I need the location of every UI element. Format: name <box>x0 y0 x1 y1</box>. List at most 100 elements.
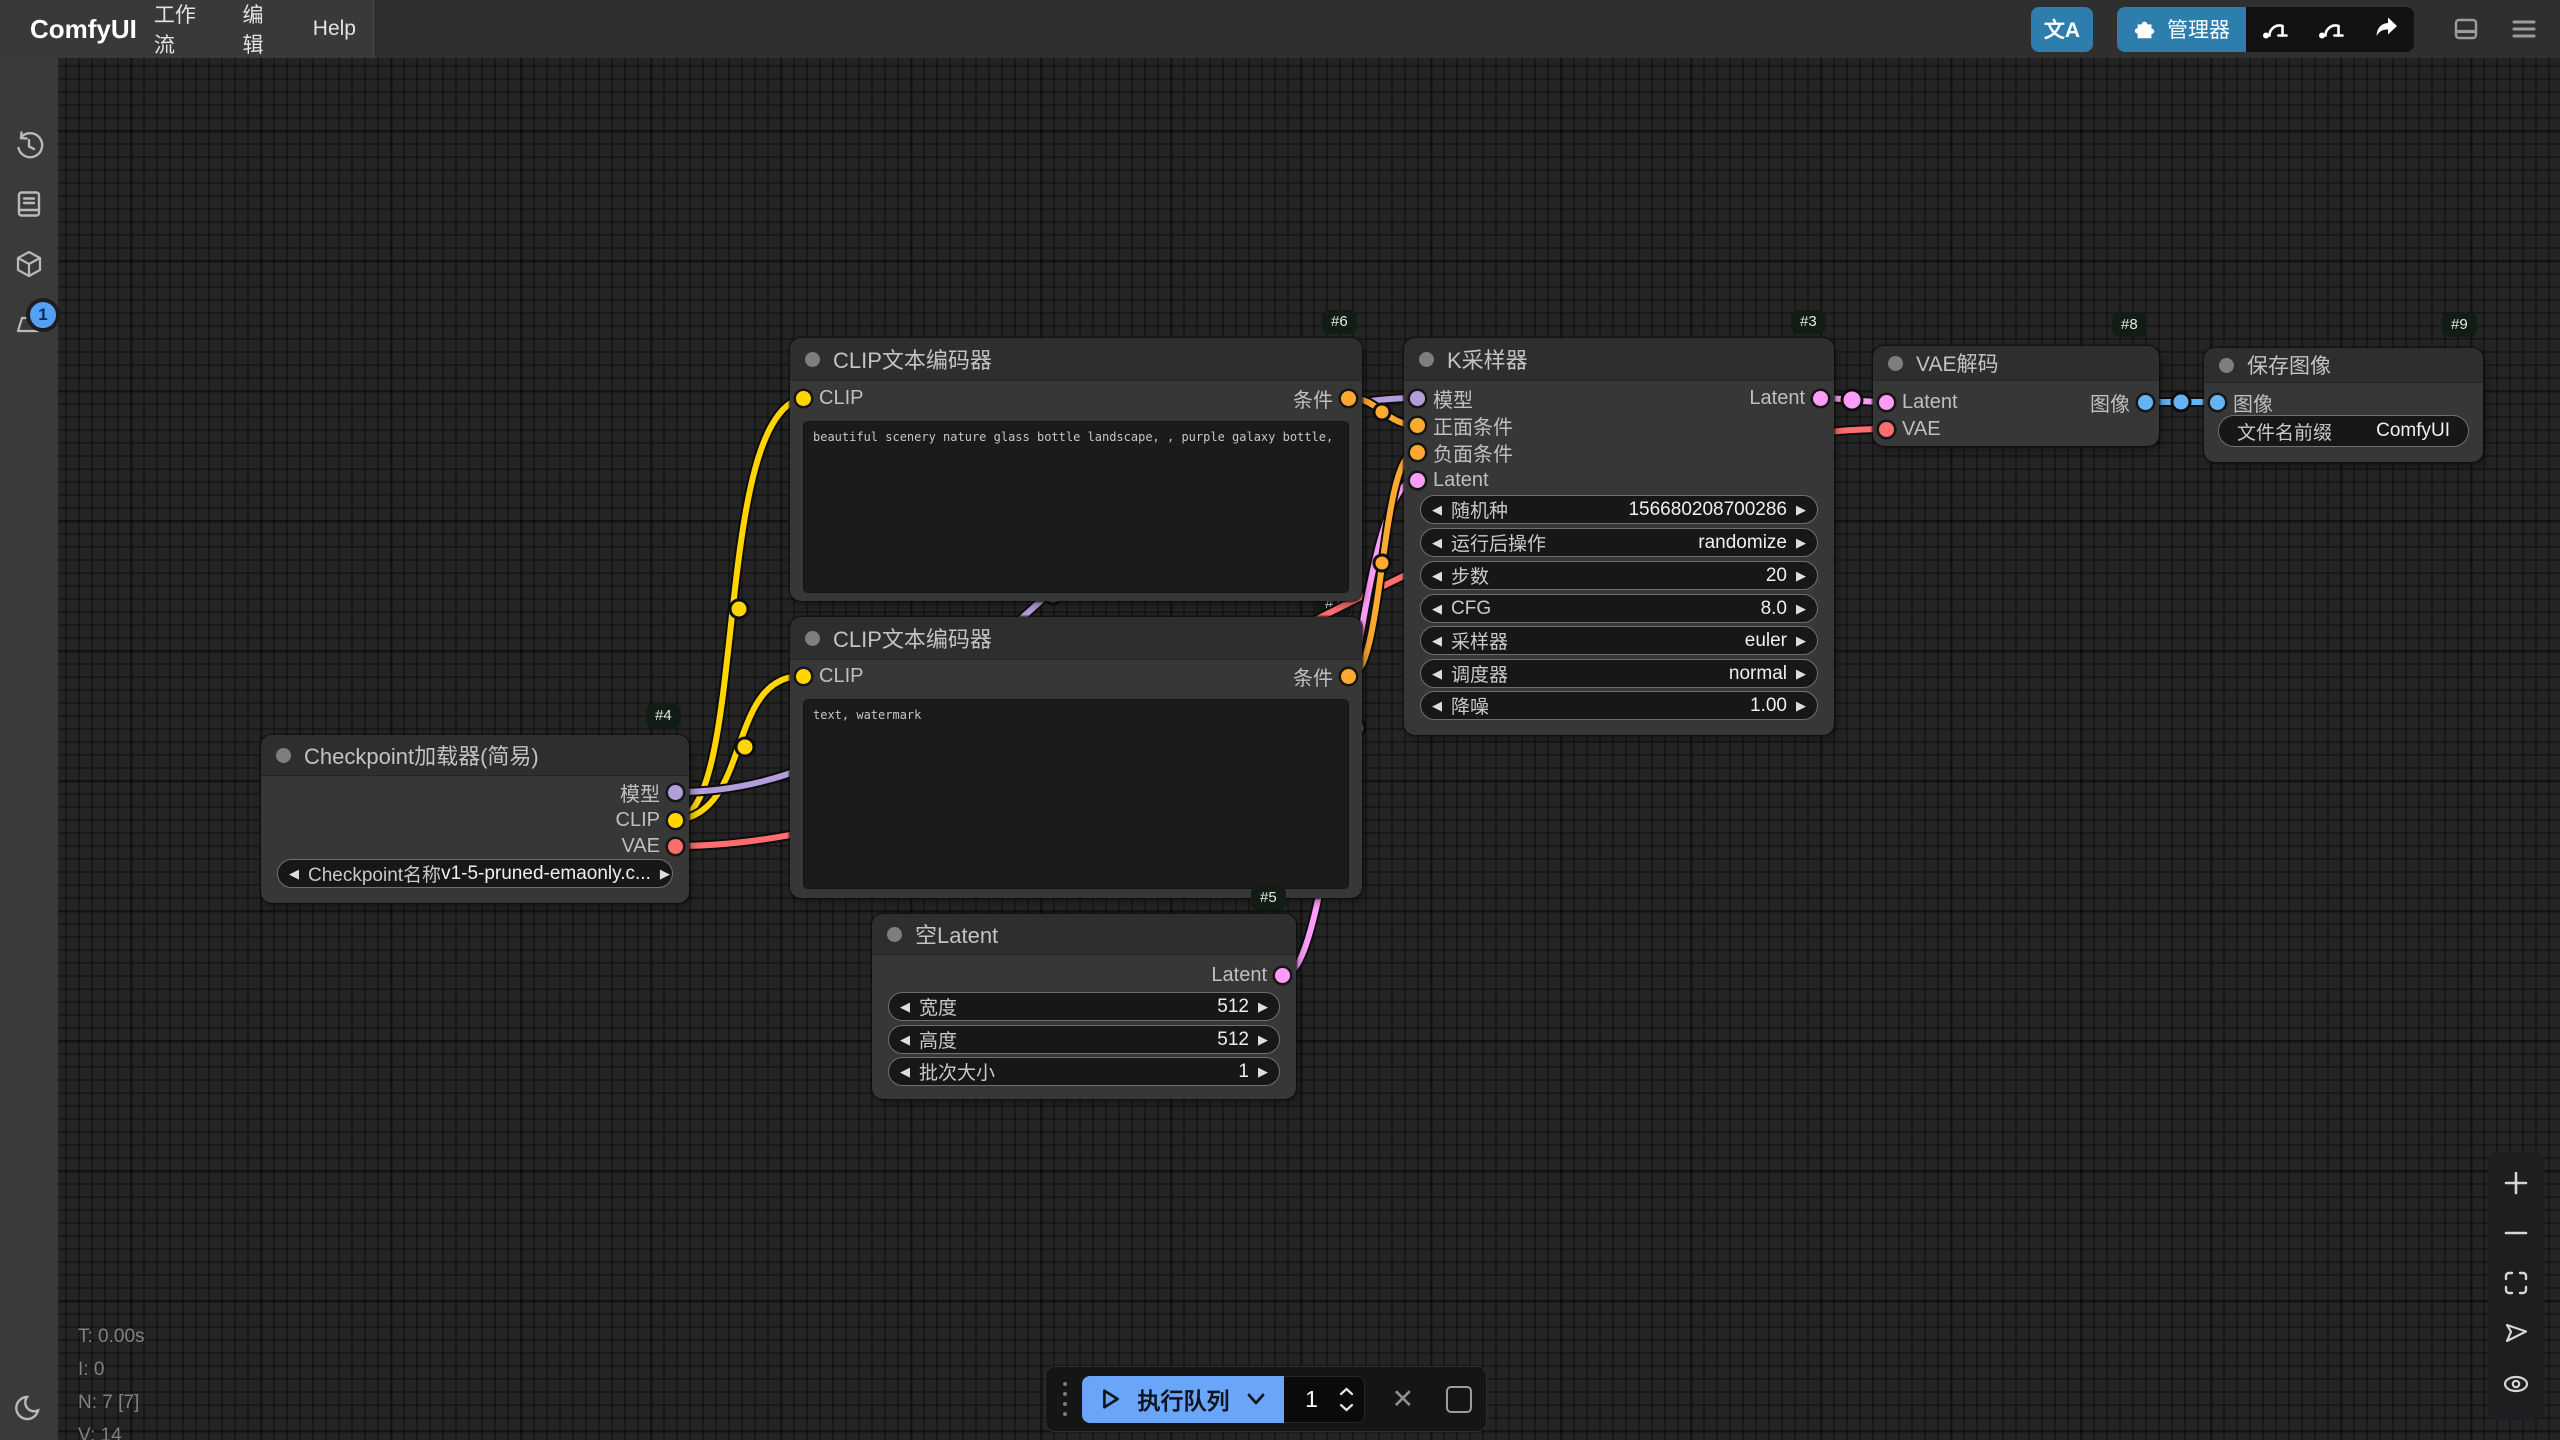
widget-denoise[interactable]: ◀ 降噪 1.00 ▶ <box>1420 691 1818 720</box>
node-vae-decode[interactable]: VAE解码 Latent 图像 VAE <box>1873 346 2159 446</box>
widget-seed[interactable]: ◀ 随机种 156680208700286 ▶ <box>1420 495 1818 524</box>
widget-ckpt-name[interactable]: ◀ Checkpoint名称 v1-5-pruned-emaonly.c... … <box>277 859 673 888</box>
widget-height[interactable]: ◀ 高度 512 ▶ <box>888 1025 1280 1054</box>
decrement-icon[interactable]: ◀ <box>1432 602 1442 615</box>
increment-icon[interactable]: ▶ <box>1258 1033 1268 1046</box>
select-mode-button[interactable] <box>2502 1319 2530 1352</box>
decrement-icon[interactable]: ◀ <box>1432 667 1442 680</box>
widget-steps[interactable]: ◀ 步数 20 ▶ <box>1420 561 1818 590</box>
decrement-icon[interactable]: ◀ <box>900 1065 910 1078</box>
output-slot-latent[interactable] <box>1813 391 1828 406</box>
increment-icon[interactable]: ▶ <box>660 867 670 880</box>
widget-value[interactable]: ComfyUI <box>2376 420 2450 442</box>
node-clip-text-encode-positive[interactable]: CLIP文本编码器 CLIP 条件 beautiful scenery natu… <box>790 338 1362 601</box>
input-slot-image[interactable] <box>2210 395 2225 410</box>
decrement-icon[interactable]: ◀ <box>900 1000 910 1013</box>
increment-icon[interactable]: ▶ <box>1796 602 1806 615</box>
decrement-icon[interactable]: ◀ <box>1432 634 1442 647</box>
widget-value[interactable]: 512 <box>1217 1029 1249 1051</box>
node-save-image[interactable]: 保存图像 图像 文件名前缀 ComfyUI <box>2204 348 2483 462</box>
input-slot-clip[interactable] <box>796 669 811 684</box>
node-checkpoint-loader[interactable]: Checkpoint加载器(简易) 模型 CLIP VAE ◀ Checkpoi… <box>261 735 689 903</box>
collapse-dot[interactable] <box>887 927 902 942</box>
widget-value[interactable]: randomize <box>1698 532 1787 554</box>
menu-workflow[interactable]: 工作流 <box>137 0 226 59</box>
drag-handle[interactable] <box>1060 1382 1070 1416</box>
collapse-dot[interactable] <box>805 352 820 367</box>
share-button[interactable] <box>2358 7 2414 52</box>
output-slot-vae[interactable] <box>668 839 683 854</box>
widget-value[interactable]: normal <box>1729 663 1787 685</box>
decrement-icon[interactable]: ◀ <box>900 1033 910 1046</box>
input-slot-clip[interactable] <box>796 391 811 406</box>
node-header[interactable]: Checkpoint加载器(简易) <box>261 735 689 776</box>
input-slot-latent[interactable] <box>1410 473 1425 488</box>
output-slot-clip[interactable] <box>668 813 683 828</box>
bottom-panel-toggle[interactable] <box>2452 15 2480 43</box>
increment-icon[interactable]: ▶ <box>1258 1000 1268 1013</box>
input-slot-negative[interactable] <box>1410 445 1425 460</box>
widget-value[interactable]: 1 <box>1238 1061 1249 1083</box>
batch-count-stepper[interactable]: 1 <box>1284 1376 1366 1423</box>
menu-edit[interactable]: 编辑 <box>225 0 295 59</box>
output-slot-latent[interactable] <box>1275 968 1290 983</box>
increment-icon[interactable]: ▶ <box>1796 569 1806 582</box>
batch-count-value[interactable]: 1 <box>1284 1386 1340 1413</box>
collapse-dot[interactable] <box>2219 358 2234 373</box>
menu-toggle[interactable] <box>2510 15 2538 43</box>
node-library-tab[interactable] <box>0 189 58 219</box>
widget-value[interactable]: 8.0 <box>1761 598 1787 620</box>
node-empty-latent[interactable]: 空Latent Latent ◀ 宽度 512 ▶ ◀ 高度 512 ▶ ◀ 批… <box>872 914 1296 1099</box>
input-slot-model[interactable] <box>1410 391 1425 406</box>
widget-value[interactable]: v1-5-pruned-emaonly.c... <box>441 863 651 885</box>
node-header[interactable]: CLIP文本编码器 <box>790 338 1362 381</box>
increment-icon[interactable]: ▶ <box>1796 536 1806 549</box>
widget-width[interactable]: ◀ 宽度 512 ▶ <box>888 992 1280 1021</box>
decrement-icon[interactable]: ◀ <box>1432 536 1442 549</box>
chevron-down-icon[interactable] <box>1339 1403 1354 1412</box>
decrement-icon[interactable]: ◀ <box>289 867 299 880</box>
decrement-icon[interactable]: ◀ <box>1432 569 1442 582</box>
widget-value[interactable]: 512 <box>1217 996 1249 1018</box>
translate-button[interactable]: 文A <box>2031 7 2093 52</box>
clear-queue-button[interactable]: ✕ <box>1391 1386 1414 1413</box>
increment-icon[interactable]: ▶ <box>1796 634 1806 647</box>
widget-value[interactable]: 1.00 <box>1750 695 1787 717</box>
collapse-dot[interactable] <box>1888 356 1903 371</box>
decrement-icon[interactable]: ◀ <box>1432 699 1442 712</box>
queue-history-tab[interactable] <box>0 130 58 162</box>
node-header[interactable]: 保存图像 <box>2204 348 2483 383</box>
toggle-links-visibility-button[interactable] <box>2501 1369 2531 1404</box>
widget-value[interactable]: 20 <box>1766 565 1787 587</box>
chevron-up-icon[interactable] <box>1339 1387 1354 1396</box>
widget-control-after-generate[interactable]: ◀ 运行后操作 randomize ▶ <box>1420 528 1818 557</box>
collapse-dot[interactable] <box>805 631 820 646</box>
node-clip-text-encode-negative[interactable]: CLIP文本编码器 CLIP 条件 text, watermark <box>790 617 1362 898</box>
widget-value[interactable]: 156680208700286 <box>1628 499 1787 521</box>
output-slot-image[interactable] <box>2138 395 2153 410</box>
app-logo[interactable]: ComfyUI <box>30 14 137 45</box>
stop-button[interactable] <box>1446 1386 1472 1413</box>
prompt-textarea[interactable]: text, watermark <box>803 699 1349 889</box>
increment-icon[interactable]: ▶ <box>1258 1065 1268 1078</box>
prompt-textarea[interactable]: beautiful scenery nature glass bottle la… <box>803 421 1349 593</box>
zoom-out-button[interactable] <box>2502 1219 2530 1252</box>
fit-view-button[interactable] <box>2502 1269 2530 1302</box>
node-header[interactable]: CLIP文本编码器 <box>790 617 1362 660</box>
decrement-icon[interactable]: ◀ <box>1432 503 1442 516</box>
widget-cfg[interactable]: ◀ CFG 8.0 ▶ <box>1420 594 1818 623</box>
widget-value[interactable]: euler <box>1745 630 1787 652</box>
increment-icon[interactable]: ▶ <box>1796 503 1806 516</box>
menu-help[interactable]: Help <box>296 17 373 41</box>
run-queue-button[interactable]: 执行队列 <box>1082 1376 1284 1423</box>
input-slot-latent[interactable] <box>1879 395 1894 410</box>
node-header[interactable]: VAE解码 <box>1873 346 2159 381</box>
vacuum-alt-button[interactable] <box>2302 7 2358 52</box>
node-ksampler[interactable]: K采样器 模型 Latent 正面条件 负面条件 Latent ◀ 随机种 15… <box>1404 338 1834 735</box>
increment-icon[interactable]: ▶ <box>1796 699 1806 712</box>
model-library-tab[interactable] <box>0 248 58 280</box>
input-slot-vae[interactable] <box>1879 422 1894 437</box>
widget-batch-size[interactable]: ◀ 批次大小 1 ▶ <box>888 1057 1280 1086</box>
increment-icon[interactable]: ▶ <box>1796 667 1806 680</box>
zoom-in-button[interactable] <box>2502 1169 2530 1202</box>
